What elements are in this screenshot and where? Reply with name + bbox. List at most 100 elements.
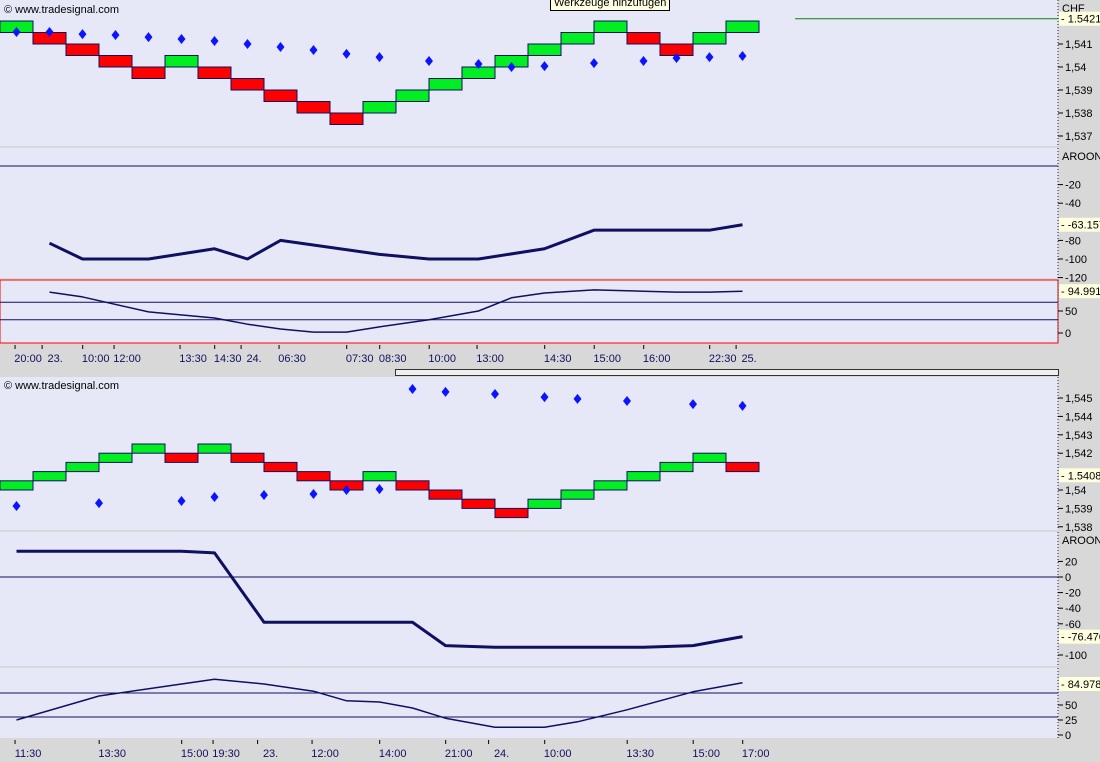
price-axis-label: 1,541 (1065, 39, 1093, 51)
price-axis-label: 1,537 (1065, 131, 1093, 143)
aroon-axis-label: -40 (1065, 603, 1081, 615)
renko-brick-up (131, 443, 166, 454)
time-axis-label: 15:00 (181, 748, 209, 760)
renko-brick-down (296, 101, 331, 114)
price-axis-label: 1,545 (1065, 393, 1093, 405)
aroon-axis-label: 0 (1065, 572, 1071, 584)
time-axis (0, 345, 1058, 367)
renko-brick-up (428, 78, 463, 91)
aroon-label: AROON (1062, 535, 1100, 547)
time-axis-label: 08:30 (379, 353, 407, 365)
renko-brick-up (0, 480, 34, 491)
time-axis-label: 13:30 (98, 748, 126, 760)
tooltip: Werkzeuge hinzufügen (550, 0, 671, 11)
oscillator-axis-label: 0 (1065, 730, 1071, 742)
renko-brick-up (692, 452, 727, 463)
time-axis-label: 15:00 (593, 353, 621, 365)
renko-brick-down (230, 452, 265, 463)
time-axis-label: 10:00 (82, 353, 110, 365)
time-axis-label: 20:00 (14, 353, 42, 365)
time-axis-label: 13:30 (179, 353, 207, 365)
time-axis-label: 15:00 (692, 748, 720, 760)
horizontal-scrollbar[interactable] (395, 369, 1059, 376)
time-axis-label: 23. (47, 353, 62, 365)
renko-chart-workspace[interactable]: CHF1,5411,541,5391,5381,537- 1.5421AROON… (0, 0, 1100, 762)
price-axis-label: 1,544 (1065, 411, 1093, 423)
time-axis-label: 06:30 (278, 353, 306, 365)
renko-brick-up (527, 43, 562, 56)
renko-brick-up (98, 452, 133, 463)
renko-brick-up (197, 443, 232, 454)
renko-brick-up (560, 489, 595, 500)
renko-brick-up (32, 471, 67, 482)
time-axis-label: 14:00 (379, 748, 407, 760)
renko-brick-down (428, 489, 463, 500)
time-axis-label: 12:00 (113, 353, 141, 365)
price-axis-label: 1,54 (1065, 485, 1086, 497)
renko-brick-down (395, 480, 430, 491)
time-axis-label: 13:00 (476, 353, 504, 365)
time-axis-label: 19:30 (212, 748, 240, 760)
price-axis-label: 1,539 (1065, 85, 1093, 97)
renko-brick-up (593, 20, 628, 33)
time-axis-label: 17:00 (742, 748, 770, 760)
time-axis-label: 10:00 (428, 353, 456, 365)
aroon-axis-label: 20 (1065, 556, 1077, 568)
time-axis-label: 25. (741, 353, 756, 365)
price-axis-label: 1,54 (1065, 62, 1086, 74)
renko-brick-down (164, 452, 199, 463)
time-axis-label: 13:30 (626, 748, 654, 760)
time-axis-label: 21:00 (445, 748, 473, 760)
aroon-axis-label: -20 (1065, 180, 1081, 192)
time-axis-label: 14:30 (214, 353, 242, 365)
renko-brick-up (659, 461, 694, 473)
aroon-axis-label: -40 (1065, 198, 1081, 210)
oscillator-axis-label: 50 (1065, 306, 1077, 318)
renko-brick-up (395, 89, 430, 102)
renko-brick-up (362, 101, 397, 114)
last-value-label: - 84.978 (1061, 679, 1100, 691)
renko-brick-down (131, 66, 166, 79)
aroon-label: AROON (1062, 151, 1100, 163)
renko-brick-down (197, 66, 232, 79)
renko-brick-up (626, 471, 661, 482)
time-axis-label: 07:30 (346, 353, 374, 365)
price-axis-label: 1,538 (1065, 522, 1093, 534)
price-axis-label: 1,543 (1065, 430, 1093, 442)
time-axis-label: 12:00 (311, 748, 339, 760)
aroon-axis-label: -80 (1065, 235, 1081, 247)
oscillator-axis-label: 25 (1065, 715, 1077, 727)
aroon-axis-label: -100 (1065, 650, 1087, 662)
renko-brick-down (65, 43, 100, 56)
watermark: © www.tradesignal.com (4, 4, 120, 16)
last-value-label: - 1.5408 (1061, 470, 1100, 482)
watermark: © www.tradesignal.com (4, 380, 120, 392)
oscillator-axis-label: 0 (1065, 328, 1071, 340)
renko-brick-up (65, 461, 100, 473)
renko-brick-down (329, 112, 364, 125)
renko-brick-up (164, 55, 199, 68)
renko-brick-up (692, 32, 727, 45)
price-axis-label: 1,539 (1065, 503, 1093, 515)
renko-brick-up (362, 471, 397, 482)
oscillator-panel[interactable] (0, 279, 1059, 344)
time-axis-label: 11:30 (15, 748, 42, 760)
renko-brick-down (230, 78, 265, 91)
last-value-label: - -76.470 (1061, 632, 1100, 644)
last-value-label: - 1.5421 (1061, 14, 1100, 26)
time-axis-label: 24. (246, 353, 261, 365)
aroon-axis-label: -120 (1065, 273, 1087, 285)
renko-brick-down (263, 89, 298, 102)
renko-brick-down (494, 507, 529, 519)
oscillator-axis-label: 50 (1065, 700, 1077, 712)
aroon-axis-label: -100 (1065, 254, 1087, 266)
time-axis-label: 24. (494, 748, 509, 760)
time-axis (0, 740, 1058, 762)
time-axis-label: 22:30 (709, 353, 737, 365)
renko-brick-down (725, 461, 760, 473)
renko-brick-up (527, 498, 562, 509)
renko-brick-up (593, 480, 628, 491)
renko-brick-up (725, 20, 760, 33)
price-axis-label: 1,542 (1065, 448, 1093, 460)
renko-brick-down (263, 461, 298, 473)
